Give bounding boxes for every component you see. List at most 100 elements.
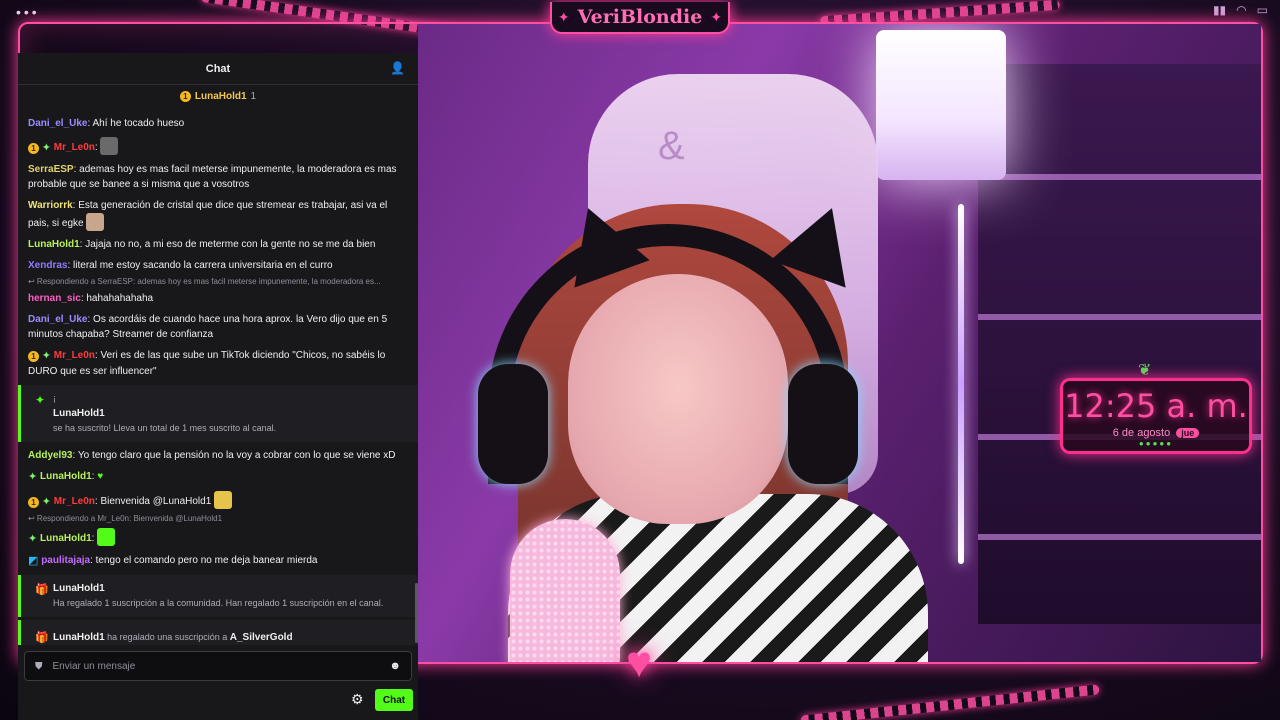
chat-username[interactable]: Dani_el_Uke [28, 118, 87, 129]
gem-badge-icon: ✦ [28, 533, 38, 545]
chat-username[interactable]: Mr_Le0n [54, 142, 95, 153]
status-icons: ▮▮ ◠ ▭ [1213, 3, 1268, 17]
chair-logo-icon: & [658, 124, 685, 168]
sprout-icon: ❦ [1138, 362, 1152, 379]
event-text: se ha suscrito! Lleva un total de 1 mes … [53, 423, 277, 433]
chat-message: Xendras: literal me estoy sacando la car… [28, 260, 333, 271]
chat-username[interactable]: SerraESP [28, 164, 74, 175]
coin-badge-icon: 1 [28, 351, 39, 362]
clock-day: jue [1176, 428, 1200, 438]
chat-message: ✦ LunaHold1: [18, 525, 418, 550]
send-chat-button[interactable]: Chat [375, 689, 413, 711]
chat-message: ✦ LunaHold1: ♥ [28, 471, 104, 483]
sparkle-icon: ✦ [557, 8, 570, 25]
chat-message: LunaHold1: Jajaja no no, a mi eso de met… [28, 239, 376, 250]
user-list-icon[interactable]: 👤 [390, 61, 406, 77]
emote-icon [214, 491, 233, 509]
webcam-view: & [418, 24, 1261, 662]
wifi-icon: ◠ [1236, 3, 1247, 17]
emote-icon [86, 213, 105, 231]
sparkle-icon: ✦ [35, 393, 46, 407]
chat-username[interactable]: Warriorrk [28, 200, 73, 211]
coin-badge-icon: 1 [28, 143, 39, 154]
channel-name: VeriBlondie [577, 6, 703, 28]
chat-text: tengo el comando pero no me deja banear … [95, 555, 318, 566]
gear-icon[interactable]: ⚙ [351, 691, 364, 708]
gem-badge-icon: ✦ [41, 350, 51, 362]
shield-icon[interactable]: ⛊ [35, 661, 43, 672]
gem-badge-icon: ✦ [41, 142, 51, 154]
event-line: LunaHold1 ha regalado una suscripción a … [53, 630, 408, 645]
chat-input[interactable]: ⛊ Enviar un mensaje ☻ [24, 651, 412, 681]
event-user[interactable]: LunaHold1 [53, 632, 105, 643]
chat-username[interactable]: hernan_sic [28, 293, 81, 304]
pinned-name: LunaHold1 [194, 90, 247, 102]
chat-message: 1 ✦ Mr_Le0n: [18, 134, 418, 159]
clock-date: 6 de agosto [1112, 427, 1171, 439]
clock-widget: 12:25 a. m. 6 de agosto jue ●●●●● [1060, 378, 1252, 454]
chat-panel: Chat 👤 1 LunaHold1 1 Dani_el_Uke: Ahí he… [18, 53, 418, 720]
chat-username[interactable]: Xendras [28, 260, 67, 271]
gift-event: 🎁 LunaHold1 Ha regalado 1 suscripción a la… [18, 575, 418, 617]
pinned-count: 1 [250, 90, 257, 102]
chat-username[interactable]: Dani_el_Uke [28, 314, 87, 325]
chat-text: literal me estoy sacando la carrera univ… [73, 260, 333, 271]
chat-message: SerraESP: ademas hoy es mas facil meters… [28, 164, 397, 190]
chat-username[interactable]: Mr_Le0n [54, 496, 95, 507]
chat-username[interactable]: LunaHold1 [28, 239, 80, 250]
chat-text: Ahí he tocado hueso [92, 118, 185, 129]
chat-username[interactable]: Mr_Le0n [54, 350, 95, 361]
gem-badge-icon: ✦ [28, 471, 38, 483]
chat-text: hahahahahaha [86, 293, 154, 304]
chat-text: ademas hoy es mas facil meterse impuneme… [28, 164, 397, 190]
chat-header: Chat 👤 [18, 53, 418, 85]
clock-time: 12:25 a. m. [1064, 387, 1248, 425]
pinned-gifter[interactable]: 1 LunaHold1 1 [18, 85, 418, 107]
event-target[interactable]: A_SilverGold [230, 632, 293, 643]
chat-messages: Dani_el_Uke: Ahí he tocado hueso 1 ✦ Mr_L… [18, 113, 418, 645]
chat-message: Dani_el_Uke: Os acordáis de cuando hace … [28, 314, 388, 340]
event-user[interactable]: LunaHold1 [53, 406, 408, 421]
gem-badge-icon: ✦ [41, 496, 51, 508]
chat-text: Bienvenida @LunaHold1 [100, 496, 212, 507]
lamp [876, 30, 1006, 180]
subscription-event: ✦ ¡ LunaHold1 se ha suscrito! Lleva un tota… [18, 385, 418, 442]
chat-input-placeholder[interactable]: Enviar un mensaje [53, 661, 380, 672]
microphone [510, 519, 620, 662]
coin-badge-icon: 1 [28, 497, 39, 508]
chat-message: 1 ✦ Mr_Le0n: Veri es de las que sube un … [28, 350, 386, 377]
gift-icon: 🎁 [35, 584, 49, 596]
chat-message: Dani_el_Uke: Ahí he tocado hueso [28, 118, 185, 129]
bookshelf [978, 64, 1261, 624]
chat-text: Esta generación de cristal que dice que … [28, 200, 388, 229]
chat-username[interactable]: LunaHold1 [40, 533, 92, 544]
chat-message: Warriorrk: Esta generación de cristal qu… [28, 200, 388, 231]
chat-title: Chat [205, 62, 231, 75]
chat-text: Yo tengo claro que la pensión no la voy … [77, 450, 396, 461]
chat-message: 1 ✦ Mr_Le0n: Bienvenida @LunaHold1 [18, 488, 418, 513]
gift-event: 🎁 LunaHold1 ha regalado una suscripción a… [18, 620, 418, 645]
reply-preview[interactable]: ↩ Respondiendo a SerraESP: ademas hoy es… [18, 276, 418, 288]
chat-username[interactable]: paulitajaja [41, 555, 90, 566]
chat-actions: ⚙ Chat [18, 689, 418, 713]
emote-icon [97, 528, 116, 546]
chat-message: ◩ paulitajaja: tengo el comando pero no … [28, 555, 318, 567]
signal-icon: ▮▮ [1212, 3, 1227, 17]
channel-title-badge: ✦ VeriBlondie ✦ [550, 2, 730, 34]
emote-icon [100, 137, 119, 155]
gift-icon: 🎁 [35, 632, 49, 644]
event-user[interactable]: LunaHold1 [53, 581, 408, 596]
reply-preview[interactable]: ↩ Respondiendo a Mr_Le0n: Bienvenida @Lu… [18, 513, 418, 525]
chat-text: ♥ [97, 471, 104, 482]
chat-username[interactable]: LunaHold1 [40, 471, 92, 482]
clock-dots: ●●●●● [1138, 439, 1174, 448]
event-text: ha regalado una suscripción a [104, 632, 230, 642]
battery-icon: ▭ [1256, 3, 1268, 17]
chat-message: Addyel93: Yo tengo claro que la pensión … [28, 450, 396, 461]
kick-badge-icon: ◩ [28, 555, 39, 567]
heart-icon: ♥ [625, 638, 653, 687]
event-text: Ha regalado 1 suscripción a la comunidad… [53, 598, 384, 608]
chat-username[interactable]: Addyel93 [28, 450, 72, 461]
emote-picker-icon[interactable]: ☻ [389, 660, 401, 672]
chat-scrollbar[interactable] [414, 113, 418, 643]
